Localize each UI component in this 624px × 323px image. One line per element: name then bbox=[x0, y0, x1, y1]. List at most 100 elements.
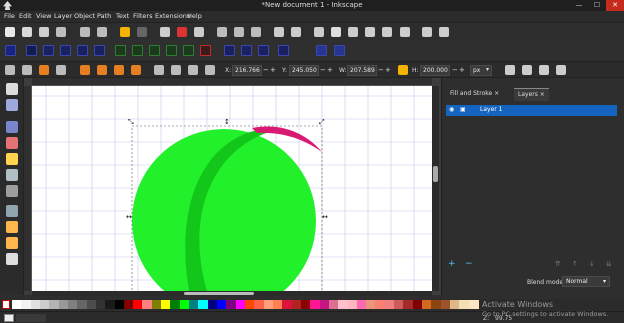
snap-grid-icon[interactable] bbox=[316, 45, 327, 56]
add-layer-button[interactable]: + bbox=[448, 259, 456, 269]
horizontal-scroll-thumb[interactable] bbox=[184, 292, 254, 295]
snap-toggle-icon[interactable] bbox=[5, 45, 16, 56]
y-increment[interactable]: + bbox=[327, 66, 333, 74]
undo-icon[interactable] bbox=[120, 27, 130, 37]
rectangle-tool-icon[interactable] bbox=[6, 121, 18, 133]
snap-bbox-center-icon[interactable] bbox=[94, 45, 105, 56]
tab-layers[interactable]: Layers × bbox=[514, 88, 549, 101]
snap-intersection-icon[interactable] bbox=[149, 45, 160, 56]
snap-guide-icon[interactable] bbox=[334, 45, 345, 56]
align-icon[interactable] bbox=[205, 65, 215, 75]
star-tool-icon[interactable] bbox=[6, 153, 18, 165]
vertical-scrollbar[interactable] bbox=[432, 86, 439, 291]
snap-rotation-center-icon[interactable] bbox=[241, 45, 252, 56]
lock-icon[interactable]: ▣ bbox=[460, 106, 466, 113]
select-all-layers-icon[interactable] bbox=[22, 65, 32, 75]
snap-page-border-icon[interactable] bbox=[278, 45, 289, 56]
lower-bottom-icon[interactable] bbox=[188, 65, 198, 75]
lock-ratio-icon[interactable] bbox=[398, 65, 408, 75]
layer-row[interactable]: ◉ ▣ Layer 1 bbox=[446, 105, 617, 116]
fill-indicator[interactable] bbox=[4, 314, 14, 322]
flip-horizontal-icon[interactable] bbox=[97, 65, 107, 75]
h-input[interactable]: 200.000 bbox=[420, 65, 450, 76]
x-increment[interactable]: + bbox=[270, 66, 276, 74]
fill-stroke-icon[interactable] bbox=[314, 27, 324, 37]
menu-edit[interactable]: Edit bbox=[19, 12, 32, 20]
text-tool-icon[interactable] bbox=[6, 253, 18, 265]
h-decrement[interactable]: − bbox=[452, 66, 458, 74]
menu-layer[interactable]: Layer bbox=[54, 12, 72, 20]
w-input[interactable]: 207.589 bbox=[347, 65, 377, 76]
print-icon[interactable] bbox=[56, 27, 66, 37]
menu-view[interactable]: View bbox=[36, 12, 51, 20]
selector-tool-icon[interactable] bbox=[6, 83, 18, 95]
paste-icon[interactable] bbox=[194, 27, 204, 37]
menu-help[interactable]: Help bbox=[187, 12, 202, 20]
snap-bbox-edge-icon[interactable] bbox=[43, 45, 54, 56]
scale-stroke-icon[interactable] bbox=[505, 65, 515, 75]
preferences-icon[interactable] bbox=[422, 27, 432, 37]
objects-icon[interactable] bbox=[400, 27, 410, 37]
raise-top-icon[interactable] bbox=[154, 65, 164, 75]
pencil-tool-icon[interactable] bbox=[6, 205, 18, 217]
snap-bbox-midpoint-icon[interactable] bbox=[77, 45, 88, 56]
new-document-icon[interactable] bbox=[5, 27, 15, 37]
tab-close-icon[interactable]: × bbox=[494, 90, 499, 97]
spiral-tool-icon[interactable] bbox=[6, 185, 18, 197]
text-font-icon[interactable] bbox=[331, 27, 341, 37]
duplicate-icon[interactable] bbox=[217, 27, 227, 37]
move-layer-bottom-icon[interactable]: ⇊ bbox=[606, 260, 612, 268]
snap-nodes-icon[interactable] bbox=[115, 45, 126, 56]
stroke-width-indicator[interactable] bbox=[16, 314, 46, 322]
redo-icon[interactable] bbox=[137, 27, 147, 37]
document-properties-icon[interactable] bbox=[439, 27, 449, 37]
copy-icon[interactable] bbox=[160, 27, 170, 37]
handle-w[interactable]: ↔ bbox=[126, 213, 132, 221]
move-layer-top-icon[interactable]: ⇈ bbox=[555, 260, 561, 268]
node-tool-icon[interactable] bbox=[6, 99, 18, 111]
y-decrement[interactable]: − bbox=[320, 66, 326, 74]
import-icon[interactable] bbox=[80, 27, 90, 37]
drawing-canvas[interactable]: ⤡ ↕ ⤢ ↔ ↔ bbox=[32, 86, 432, 291]
scale-corners-icon[interactable] bbox=[522, 65, 532, 75]
tab-fill-stroke[interactable]: Fill and Stroke × bbox=[446, 88, 503, 101]
handle-e[interactable]: ↔ bbox=[322, 213, 328, 221]
snap-path-icon[interactable] bbox=[132, 45, 143, 56]
flip-vertical-icon[interactable] bbox=[114, 65, 124, 75]
ungroup-icon[interactable] bbox=[291, 27, 301, 37]
handle-ne[interactable]: ⤢ bbox=[319, 118, 325, 126]
unlink-clone-icon[interactable] bbox=[251, 27, 261, 37]
menu-file[interactable]: File bbox=[4, 12, 15, 20]
menu-object[interactable]: Object bbox=[74, 12, 95, 20]
snap-midpoint-icon[interactable] bbox=[200, 45, 211, 56]
lower-icon[interactable] bbox=[171, 65, 181, 75]
tab-close-icon[interactable]: × bbox=[540, 91, 545, 98]
vertical-scroll-thumb[interactable] bbox=[433, 166, 438, 182]
deselect-icon[interactable] bbox=[39, 65, 49, 75]
unit-dropdown-icon[interactable]: ▾ bbox=[486, 66, 489, 73]
visibility-eye-icon[interactable]: ◉ bbox=[449, 106, 454, 113]
x-decrement[interactable]: − bbox=[263, 66, 269, 74]
export-icon[interactable] bbox=[97, 27, 107, 37]
color-swatch[interactable] bbox=[468, 300, 479, 309]
group-icon[interactable] bbox=[274, 27, 284, 37]
select-all-icon[interactable] bbox=[5, 65, 15, 75]
y-input[interactable]: 245.050 bbox=[289, 65, 319, 76]
h-increment[interactable]: + bbox=[459, 66, 465, 74]
snap-text-baseline-icon[interactable] bbox=[258, 45, 269, 56]
open-icon[interactable] bbox=[22, 27, 32, 37]
blend-dropdown-icon[interactable]: ▾ bbox=[603, 277, 606, 286]
move-layer-down-icon[interactable]: ↓ bbox=[589, 260, 595, 268]
move-gradients-icon[interactable] bbox=[539, 65, 549, 75]
menu-text[interactable]: Text bbox=[116, 12, 129, 20]
close-button[interactable]: ✕ bbox=[606, 0, 624, 11]
xml-editor-icon[interactable] bbox=[365, 27, 375, 37]
3d-box-tool-icon[interactable] bbox=[6, 169, 18, 181]
snap-bbox-icon[interactable] bbox=[26, 45, 37, 56]
x-input[interactable]: 216.766 bbox=[232, 65, 262, 76]
save-icon[interactable] bbox=[39, 27, 49, 37]
rotate-cw-icon[interactable] bbox=[80, 65, 90, 75]
snap-cusp-icon[interactable] bbox=[166, 45, 177, 56]
handle-nw[interactable]: ⤡ bbox=[128, 118, 134, 126]
blend-mode-select[interactable]: Normal ▾ bbox=[562, 276, 610, 287]
